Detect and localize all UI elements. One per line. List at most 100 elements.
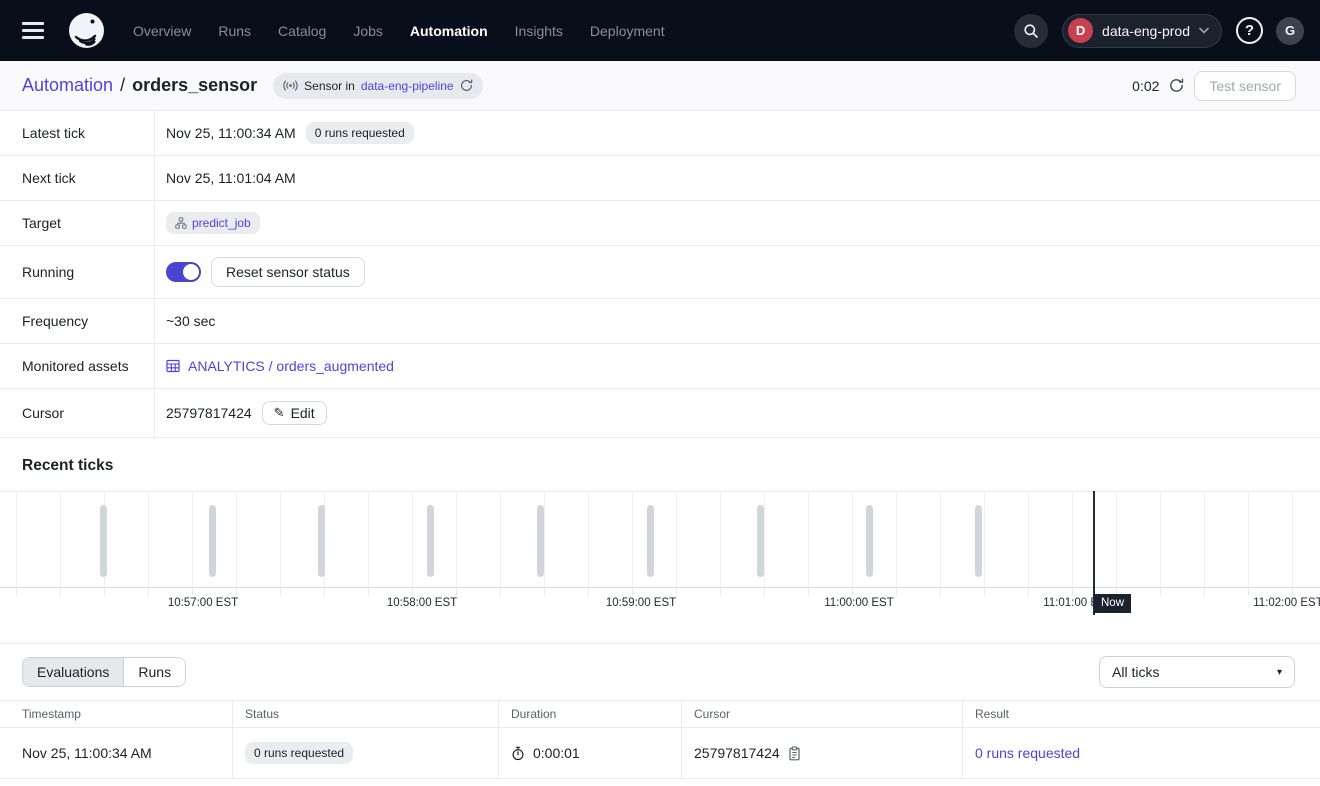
col-header-timestamp: Timestamp bbox=[0, 701, 233, 727]
frequency-label: Frequency bbox=[0, 299, 155, 343]
refresh-countdown: 0:02 bbox=[1132, 78, 1159, 94]
code-location-link[interactable]: data-eng-pipeline bbox=[361, 79, 454, 93]
help-button[interactable]: ? bbox=[1236, 17, 1263, 44]
monitored-assets-row: Monitored assets ANALYTICS / orders_augm… bbox=[0, 344, 1320, 389]
axis-label: 10:59:00 EST bbox=[606, 597, 676, 609]
nav-item-insights[interactable]: Insights bbox=[515, 23, 563, 39]
nav-item-jobs[interactable]: Jobs bbox=[353, 23, 383, 39]
tick-bar[interactable] bbox=[975, 505, 982, 577]
nav-items: Overview Runs Catalog Jobs Automation Insight… bbox=[133, 23, 665, 39]
sensor-location-badge: Sensor in data-eng-pipeline bbox=[273, 73, 482, 99]
search-icon bbox=[1023, 23, 1039, 39]
tick-bar[interactable] bbox=[866, 505, 873, 577]
reload-location-icon[interactable] bbox=[460, 79, 473, 92]
evaluations-table: Timestamp Status Duration Cursor Result … bbox=[0, 700, 1320, 779]
hamburger-menu-icon[interactable] bbox=[22, 22, 44, 39]
recent-ticks-plot bbox=[0, 491, 1320, 588]
tab-evaluations[interactable]: Evaluations bbox=[23, 658, 124, 686]
axis-label: 11:00:00 EST bbox=[824, 597, 893, 609]
tick-bar[interactable] bbox=[647, 505, 654, 577]
cursor-edit-button[interactable]: ✎ Edit bbox=[262, 401, 327, 425]
pencil-icon: ✎ bbox=[274, 405, 285, 421]
test-sensor-button[interactable]: Test sensor bbox=[1194, 71, 1296, 101]
row-timestamp[interactable]: Nov 25, 11:00:34 AM bbox=[22, 745, 152, 761]
workspace-switcher[interactable]: D data-eng-prod bbox=[1062, 14, 1222, 48]
latest-tick-value[interactable]: Nov 25, 11:00:34 AM bbox=[166, 125, 296, 141]
reset-sensor-status-button[interactable]: Reset sensor status bbox=[211, 257, 365, 287]
dagster-logo-icon[interactable] bbox=[68, 12, 105, 49]
latest-tick-row: Latest tick Nov 25, 11:00:34 AM 0 runs r… bbox=[0, 111, 1320, 156]
latest-tick-label: Latest tick bbox=[0, 111, 155, 155]
table-header-row: Timestamp Status Duration Cursor Result bbox=[0, 700, 1320, 728]
running-toggle[interactable] bbox=[166, 262, 201, 282]
col-header-result: Result bbox=[963, 701, 1320, 727]
cursor-row: Cursor 25797817424 ✎ Edit bbox=[0, 389, 1320, 438]
next-tick-label: Next tick bbox=[0, 156, 155, 200]
breadcrumb-automation-link[interactable]: Automation bbox=[22, 75, 113, 96]
tick-filter-select[interactable]: All ticks ▾ bbox=[1099, 656, 1295, 688]
monitored-asset-path: ANALYTICS / orders_augmented bbox=[188, 358, 394, 374]
axis-label: 10:58:00 EST bbox=[387, 597, 457, 609]
nav-item-automation[interactable]: Automation bbox=[410, 23, 488, 39]
tick-bar[interactable] bbox=[427, 505, 434, 577]
app-window: Overview Runs Catalog Jobs Automation Insight… bbox=[0, 0, 1320, 786]
sensor-badge-prefix: Sensor in bbox=[304, 79, 355, 93]
recent-ticks-title: Recent ticks bbox=[0, 438, 1320, 491]
axis-label: 10:57:00 EST bbox=[168, 597, 238, 609]
copy-cursor-icon[interactable] bbox=[788, 746, 801, 761]
cursor-edit-label: Edit bbox=[291, 405, 315, 421]
select-caret-icon: ▾ bbox=[1277, 667, 1282, 678]
tick-bar[interactable] bbox=[537, 505, 544, 577]
refresh-icon[interactable] bbox=[1169, 78, 1184, 93]
nav-item-deployment[interactable]: Deployment bbox=[590, 23, 665, 39]
target-job-badge[interactable]: predict_job bbox=[166, 212, 260, 234]
nav-item-overview[interactable]: Overview bbox=[133, 23, 191, 39]
running-label: Running bbox=[0, 246, 155, 298]
tab-runs[interactable]: Runs bbox=[124, 658, 185, 686]
cursor-value: 25797817424 bbox=[166, 405, 252, 421]
running-row: Running Reset sensor status bbox=[0, 246, 1320, 299]
job-icon bbox=[175, 217, 187, 229]
chevron-down-icon bbox=[1199, 27, 1209, 34]
top-navbar: Overview Runs Catalog Jobs Automation Insight… bbox=[0, 0, 1320, 61]
sensor-signal-icon bbox=[283, 80, 298, 91]
evaluations-toolbar: Evaluations Runs All ticks ▾ bbox=[0, 644, 1320, 700]
target-label: Target bbox=[0, 201, 155, 245]
frequency-row: Frequency ~30 sec bbox=[0, 299, 1320, 344]
next-tick-value: Nov 25, 11:01:04 AM bbox=[166, 170, 296, 186]
row-result-link[interactable]: 0 runs requested bbox=[975, 745, 1080, 761]
workspace-name: data-eng-prod bbox=[1102, 23, 1190, 39]
col-header-cursor: Cursor bbox=[682, 701, 963, 727]
tick-bar[interactable] bbox=[100, 505, 107, 577]
table-row: Nov 25, 11:00:34 AM 0 runs requested 0:0… bbox=[0, 728, 1320, 779]
stopwatch-icon bbox=[511, 746, 525, 761]
breadcrumb-bar: Automation / orders_sensor Sensor in dat… bbox=[0, 61, 1320, 111]
col-header-status: Status bbox=[233, 701, 499, 727]
search-button[interactable] bbox=[1014, 14, 1048, 48]
latest-tick-status-badge: 0 runs requested bbox=[306, 122, 414, 144]
monitored-assets-label: Monitored assets bbox=[0, 344, 155, 388]
target-row: Target predict_job bbox=[0, 201, 1320, 246]
user-avatar[interactable]: G bbox=[1276, 17, 1304, 45]
tick-bar[interactable] bbox=[318, 505, 325, 577]
nav-item-catalog[interactable]: Catalog bbox=[278, 23, 326, 39]
asset-table-icon bbox=[166, 359, 180, 373]
tick-filter-value: All ticks bbox=[1112, 664, 1159, 680]
monitored-asset-link[interactable]: ANALYTICS / orders_augmented bbox=[166, 358, 394, 374]
row-status-badge: 0 runs requested bbox=[245, 742, 353, 764]
sensor-details: Latest tick Nov 25, 11:00:34 AM 0 runs r… bbox=[0, 111, 1320, 438]
target-job-link[interactable]: predict_job bbox=[192, 216, 251, 230]
workspace-avatar: D bbox=[1068, 18, 1093, 43]
row-cursor: 25797817424 bbox=[694, 745, 780, 761]
tick-bar[interactable] bbox=[209, 505, 216, 577]
frequency-value: ~30 sec bbox=[166, 313, 215, 329]
cursor-label: Cursor bbox=[0, 389, 155, 437]
nav-item-runs[interactable]: Runs bbox=[218, 23, 251, 39]
axis-label: 11:02:00 EST bbox=[1253, 597, 1320, 609]
breadcrumb-separator: / bbox=[120, 75, 125, 96]
row-duration: 0:00:01 bbox=[533, 745, 580, 761]
col-header-duration: Duration bbox=[499, 701, 682, 727]
help-icon: ? bbox=[1245, 22, 1254, 39]
recent-ticks-chart: 10:57:00 EST 10:58:00 EST 10:59:00 EST 11:0… bbox=[0, 491, 1320, 644]
tick-bar[interactable] bbox=[757, 505, 764, 577]
